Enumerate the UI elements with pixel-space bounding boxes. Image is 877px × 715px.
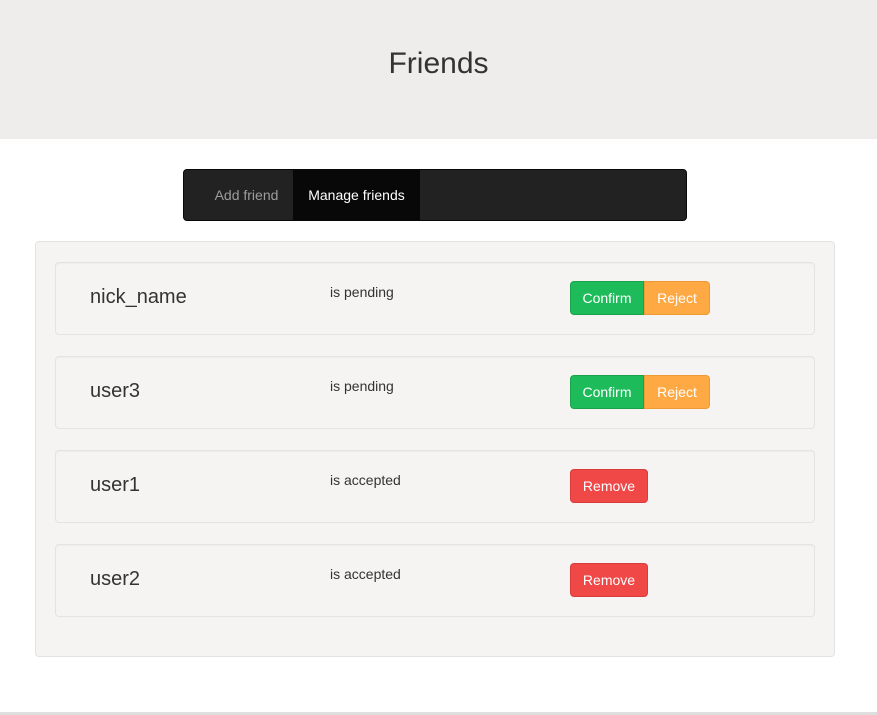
- page-title: Friends: [388, 47, 489, 80]
- friend-status: is accepted: [330, 472, 401, 488]
- friend-actions: Remove: [570, 563, 648, 597]
- remove-button[interactable]: Remove: [570, 563, 648, 597]
- navbar: Add friend Manage friends: [183, 169, 687, 221]
- friend-actions: Remove: [570, 469, 648, 503]
- friend-row: nick_name is pending Confirm Reject: [55, 262, 815, 335]
- friend-name: user1: [90, 474, 141, 496]
- friends-panel: nick_name is pending Confirm Reject user…: [35, 241, 835, 657]
- friend-status: is accepted: [330, 566, 401, 582]
- friend-actions: Confirm Reject: [570, 281, 710, 315]
- friend-row: user1 is accepted Remove: [55, 450, 815, 523]
- reject-button[interactable]: Reject: [644, 281, 710, 315]
- confirm-button[interactable]: Confirm: [570, 281, 644, 315]
- friend-actions: Confirm Reject: [570, 375, 710, 409]
- friend-name: user3: [90, 380, 141, 402]
- nav-manage-friends[interactable]: Manage friends: [293, 170, 420, 220]
- remove-button[interactable]: Remove: [570, 469, 648, 503]
- confirm-button[interactable]: Confirm: [570, 375, 644, 409]
- friend-status: is pending: [330, 284, 394, 300]
- friend-status: is pending: [330, 378, 394, 394]
- friend-name: user2: [90, 568, 141, 590]
- friend-name: nick_name: [90, 286, 187, 308]
- friend-row: user2 is accepted Remove: [55, 544, 815, 617]
- nav-add-friend[interactable]: Add friend: [199, 170, 294, 220]
- friend-row: user3 is pending Confirm Reject: [55, 356, 815, 429]
- reject-button[interactable]: Reject: [644, 375, 710, 409]
- page-header: Friends: [0, 0, 877, 139]
